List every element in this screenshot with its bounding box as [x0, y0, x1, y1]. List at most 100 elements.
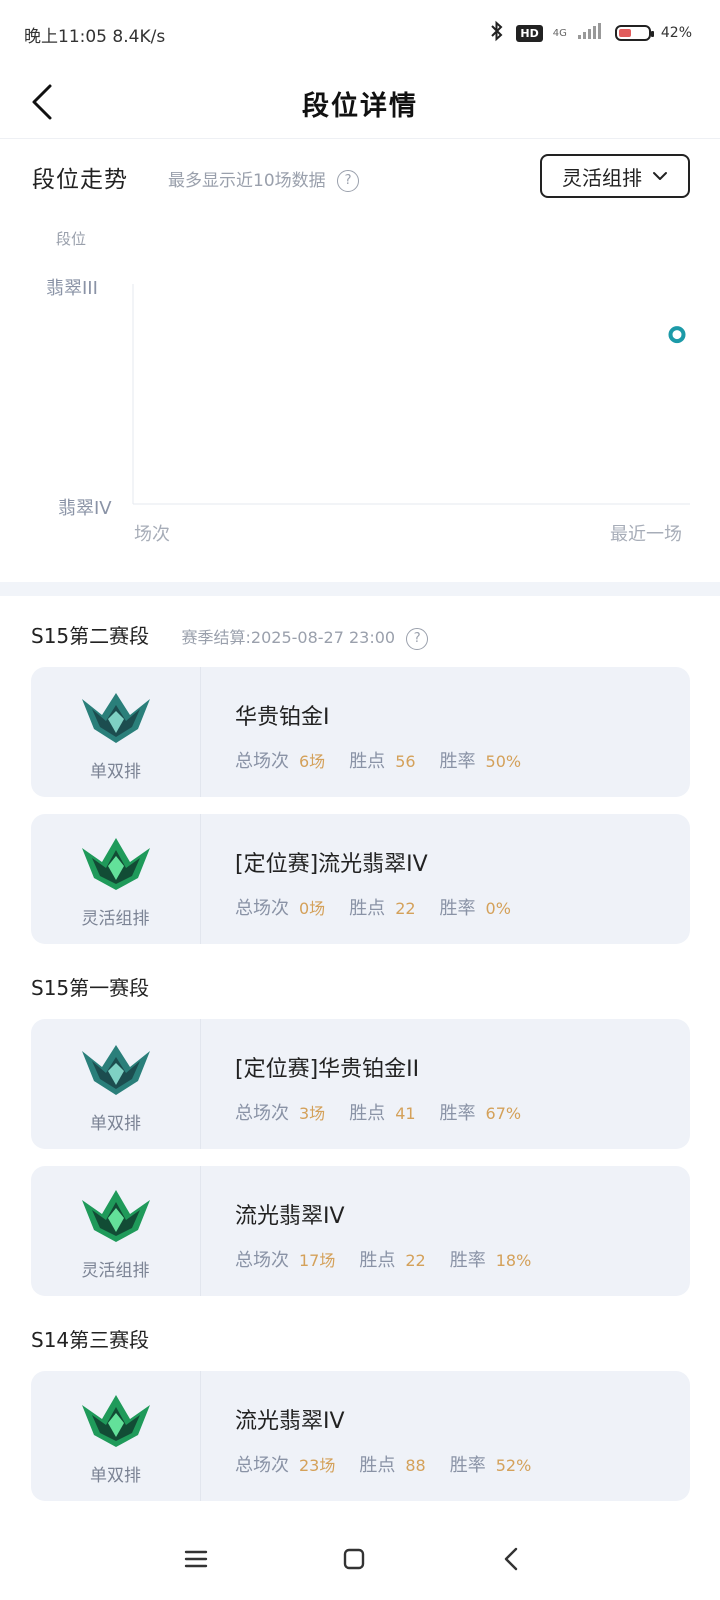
games-label: 总场次 [235, 1250, 289, 1271]
system-nav-bar [0, 1516, 720, 1600]
points-label: 胜点 [359, 1250, 396, 1271]
rank-name: 流光翡翠IV [235, 1409, 345, 1434]
page-title: 段位详情 [302, 91, 418, 122]
section-divider [0, 582, 720, 596]
back-icon [504, 1547, 518, 1571]
status-bar: 晚上11:05 8.4K/s HD 4G 42% [0, 0, 720, 66]
queue-label: 灵活组排 [81, 909, 150, 929]
hd-badge: HD [516, 24, 543, 42]
menu-button[interactable] [182, 1546, 210, 1572]
platinum-emblem-icon [80, 1041, 152, 1097]
season-header: S14第三赛段 [31, 1324, 149, 1353]
points-label: 胜点 [349, 751, 386, 772]
winrate-value: 0% [485, 899, 511, 918]
rank-trend-section: 段位走势 最多显示近10场数据 ? 灵活组排 段位 翡翠III 翡翠IV 场次 … [0, 138, 720, 582]
card-queue: 单双排 [31, 1371, 201, 1501]
games-value: 23场 [299, 1456, 336, 1475]
games-value: 3场 [299, 1104, 326, 1123]
winrate-label: 胜率 [449, 1455, 486, 1476]
home-button[interactable] [340, 1546, 368, 1572]
card-queue: 灵活组排 [31, 1166, 201, 1296]
season-header: S15第二赛段 赛季结算:2025-08-27 23:00 ? [31, 620, 429, 650]
card-queue: 单双排 [31, 1019, 201, 1149]
rank-stats: 总场次 17场 胜点 22 胜率 18% [235, 1246, 555, 1272]
winrate-value: 18% [495, 1251, 532, 1270]
queue-mode-value: 灵活组排 [562, 165, 642, 190]
platinum-emblem-icon [80, 689, 152, 745]
rank-card[interactable]: 单双排 华贵铂金I 总场次 6场 胜点 56 胜率 50% [31, 667, 690, 797]
winrate-label: 胜率 [449, 1250, 486, 1271]
rank-card[interactable]: 灵活组排 流光翡翠IV 总场次 17场 胜点 22 胜率 18% [31, 1166, 690, 1296]
rank-stats: 总场次 6场 胜点 56 胜率 50% [235, 747, 545, 773]
winrate-value: 50% [485, 752, 522, 771]
data-point [668, 326, 686, 344]
trend-title: 段位走势 [32, 167, 128, 193]
games-label: 总场次 [235, 898, 289, 919]
winrate-label: 胜率 [439, 1103, 476, 1124]
season-header: S15第一赛段 [31, 972, 149, 1001]
x-start-label: 场次 [134, 524, 170, 545]
games-value: 6场 [299, 752, 326, 771]
y-tick-label: 翡翠IV [58, 498, 112, 519]
season-title: S14第三赛段 [31, 1328, 150, 1352]
games-value: 17场 [299, 1251, 336, 1270]
status-time: 晚上11:05 [24, 27, 107, 47]
points-label: 胜点 [359, 1455, 396, 1476]
games-label: 总场次 [235, 751, 289, 772]
rank-name: [定位赛]华贵铂金II [235, 1057, 420, 1082]
signal-icon [577, 22, 605, 44]
rank-card[interactable]: 单双排 [定位赛]华贵铂金II 总场次 3场 胜点 41 胜率 67% [31, 1019, 690, 1149]
battery-icon [614, 25, 654, 41]
rank-name: [定位赛]流光翡翠IV [235, 852, 428, 877]
emerald-emblem-icon [80, 1393, 152, 1449]
status-speed: 8.4K/s [112, 27, 166, 47]
trend-subtitle-text: 最多显示近10场数据 [168, 171, 326, 191]
queue-label: 单双排 [90, 762, 141, 782]
rank-card[interactable]: 单双排 流光翡翠IV 总场次 23场 胜点 88 胜率 52% [31, 1371, 690, 1501]
points-value: 22 [395, 899, 416, 918]
network-label: 4G [552, 27, 567, 39]
menu-icon [184, 1550, 208, 1568]
y-tick-label: 翡翠III [46, 278, 98, 299]
chart-y-title: 段位 [56, 230, 87, 248]
points-value: 22 [405, 1251, 426, 1270]
winrate-value: 52% [495, 1456, 532, 1475]
help-icon[interactable]: ? [406, 627, 429, 650]
winrate-value: 67% [485, 1104, 522, 1123]
settle-text: 赛季结算:2025-08-27 23:00 [181, 628, 396, 647]
emerald-emblem-icon [80, 836, 152, 892]
home-icon [343, 1548, 365, 1570]
season-list[interactable]: S15第二赛段 赛季结算:2025-08-27 23:00 ? 单双排 华贵铂金… [0, 596, 720, 1516]
rank-trend-chart: 段位 翡翠III 翡翠IV 场次 最近一场 [0, 218, 720, 558]
games-label: 总场次 [235, 1103, 289, 1124]
card-queue: 灵活组排 [31, 814, 201, 944]
rank-card[interactable]: 灵活组排 [定位赛]流光翡翠IV 总场次 0场 胜点 22 胜率 0% [31, 814, 690, 944]
winrate-label: 胜率 [439, 898, 476, 919]
battery-fill [618, 29, 631, 37]
points-value: 56 [395, 752, 416, 771]
games-value: 0场 [299, 899, 326, 918]
points-label: 胜点 [349, 898, 386, 919]
status-right: HD 4G 42% [488, 20, 692, 46]
nav-back-button[interactable] [498, 1546, 526, 1572]
rank-stats: 总场次 3场 胜点 41 胜率 67% [235, 1099, 545, 1125]
season-title: S15第一赛段 [31, 976, 150, 1000]
emerald-emblem-icon [80, 1188, 152, 1244]
rank-stats: 总场次 23场 胜点 88 胜率 52% [235, 1451, 555, 1477]
points-label: 胜点 [349, 1103, 386, 1124]
bluetooth-icon [488, 20, 506, 46]
queue-label: 灵活组排 [81, 1261, 150, 1281]
card-queue: 单双排 [31, 667, 201, 797]
help-icon[interactable]: ? [337, 170, 360, 192]
queue-label: 单双排 [90, 1466, 141, 1486]
battery-percent: 42% [660, 25, 692, 41]
page-header: 段位详情 [0, 66, 720, 139]
queue-mode-select[interactable]: 灵活组排 [540, 154, 690, 198]
points-value: 88 [405, 1456, 426, 1475]
rank-name: 华贵铂金I [235, 705, 330, 730]
queue-label: 单双排 [90, 1114, 141, 1134]
rank-stats: 总场次 0场 胜点 22 胜率 0% [235, 894, 535, 920]
season-settle-time: 赛季结算:2025-08-27 23:00 ? [181, 627, 429, 650]
chevron-down-icon [653, 172, 667, 180]
winrate-label: 胜率 [439, 751, 476, 772]
